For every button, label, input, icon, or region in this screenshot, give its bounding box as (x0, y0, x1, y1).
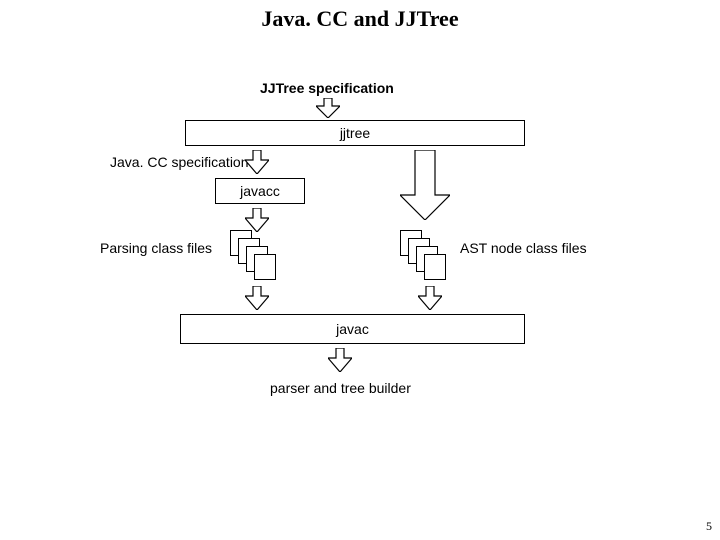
box-jjtree: jjtree (185, 120, 525, 146)
arrow-icon (328, 348, 352, 377)
box-javac: javac (180, 314, 525, 344)
arrow-icon (245, 286, 269, 315)
slide-title: Java. CC and JJTree (0, 6, 720, 32)
box-javacc: javacc (215, 178, 305, 204)
label-javacc-spec: Java. CC specification (110, 154, 249, 170)
label-parsing-files: Parsing class files (100, 240, 212, 256)
label-parser-builder: parser and tree builder (270, 380, 411, 396)
page-number: 5 (706, 519, 712, 534)
flow-diagram: JJTree specification jjtree Java. CC spe… (130, 80, 600, 480)
label-jjtree-spec: JJTree specification (260, 80, 394, 96)
arrow-icon (400, 150, 450, 225)
arrow-icon (418, 286, 442, 315)
arrow-icon (245, 150, 269, 179)
label-ast-files: AST node class files (460, 240, 587, 256)
